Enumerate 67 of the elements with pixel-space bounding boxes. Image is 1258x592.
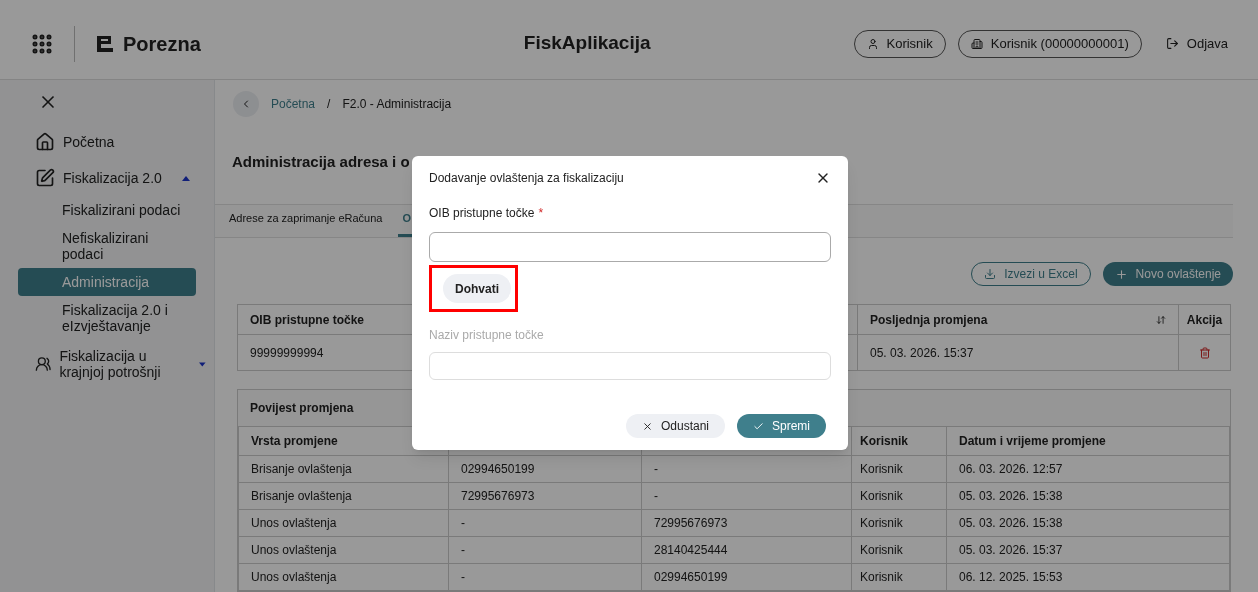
nav-item[interactable]: Fiskalizacija 2.0 [0,160,214,196]
table-cell: - [448,509,642,537]
table-cell: Unos ovlaštenja [238,509,449,537]
table-cell: Unos ovlaštenja [238,563,449,591]
table-cell: 05. 03. 2026. 15:37 [857,334,1179,371]
required-mark: * [538,205,544,222]
delete-button[interactable] [1198,346,1211,359]
sort-icon [1156,314,1166,325]
dialog-title: Dodavanje ovlaštenja za fiskalizaciju [429,170,624,187]
edit-icon [35,168,55,188]
section-title: Povijest promjena [250,400,354,417]
user-icon [866,37,879,50]
save-button[interactable]: Spremi [737,414,826,438]
table-cell: 02994650199 [448,455,642,483]
logout-icon [1165,37,1179,50]
column-header: Datum i vrijeme promjene [946,426,1230,456]
trash-icon [1198,346,1211,359]
column-header: Korisnik [851,426,947,456]
nav-subitem[interactable]: Fiskalizacija 2.0 i eIzvještavanje [18,296,196,340]
table-cell: 72995676973 [448,482,642,510]
nav-subitem[interactable]: Nefiskalizirani podaci [18,224,196,268]
field-label: OIB pristupne točke [429,205,535,222]
nav-subitem[interactable]: Fiskalizirani podaci [18,196,196,224]
page-title: Administracija adresa i o [232,152,410,170]
table-cell: Korisnik [851,536,947,564]
close-icon [641,420,653,432]
breadcrumb-current: F2.0 - Administracija [342,95,452,113]
table-cell: - [448,563,642,591]
fetch-button[interactable]: Dohvati [443,274,511,303]
table-cell: 06. 03. 2026. 12:57 [946,455,1230,483]
table-cell: 02994650199 [641,563,852,591]
table-cell: Korisnik [851,509,947,537]
input-field[interactable] [429,232,831,262]
table-cell: Brisanje ovlaštenja [238,482,449,510]
building-icon [970,37,983,50]
tab[interactable]: Adrese za zaprimanje eRačuna [225,209,387,237]
logo-icon [95,33,115,54]
table-cell: 05. 03. 2026. 15:37 [946,536,1230,564]
table-cell: Korisnik [851,455,947,483]
table-cell: 72995676973 [641,509,852,537]
column-header: Posljednja promjena [857,304,1179,335]
logo-text: Porezna [123,31,201,57]
check-icon [753,420,764,432]
add-button[interactable]: Novo ovlaštenje [1102,262,1233,286]
table-cell: Korisnik [851,482,947,510]
download-icon [984,268,997,280]
table-cell: 05. 03. 2026. 15:38 [946,509,1230,537]
app-title: FiskAplikacija [523,31,651,56]
nav-item[interactable]: Početna [0,124,214,160]
table-cell: Brisanje ovlaštenja [238,455,449,483]
logout-button[interactable]: Odjava [1165,33,1228,54]
column-header: Akcija [1178,304,1231,335]
table-cell: 06. 12. 2025. 15:53 [946,563,1230,591]
table-cell: 05. 03. 2026. 15:38 [946,482,1230,510]
table-cell: Unos ovlaštenja [238,536,449,564]
table-cell: Korisnik [851,563,947,591]
table-cell: - [448,536,642,564]
table-cell: - [641,482,852,510]
breadcrumb-link[interactable]: Početna [271,94,316,113]
breadcrumb-separator: / [327,95,331,113]
cancel-button[interactable]: Odustani [625,414,725,438]
plus-icon [1114,267,1128,281]
home-icon [35,132,55,152]
nav-subitem[interactable]: Administracija [18,268,196,296]
table-cell: - [641,455,852,483]
nav-item[interactable]: Fiskalizacija u krajnjoj potrošnji [0,340,214,388]
table-cell: 28140425444 [641,536,852,564]
